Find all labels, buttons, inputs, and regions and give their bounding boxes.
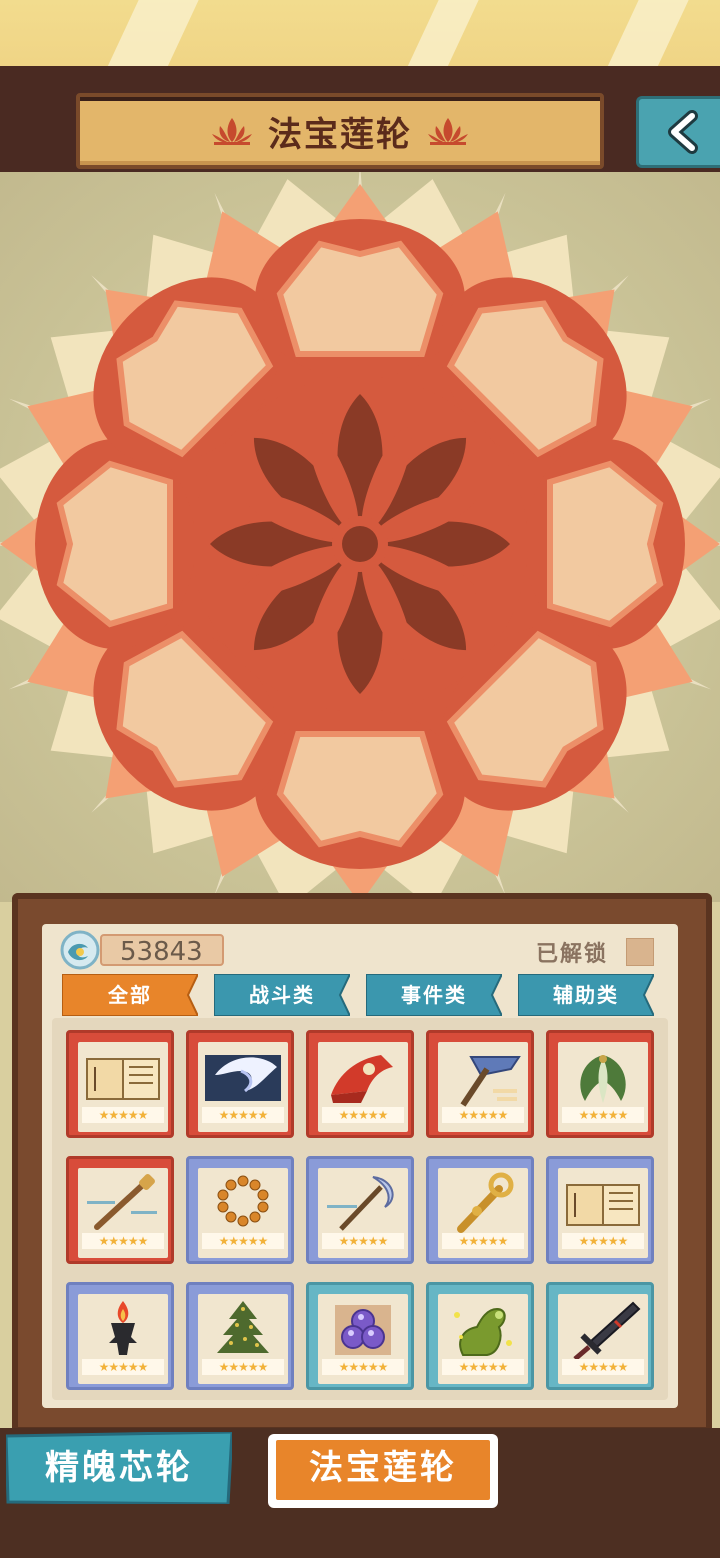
item-card[interactable]: ★★★★★ [306, 1156, 414, 1264]
item-card[interactable]: ★★★★★ [546, 1282, 654, 1390]
lotus-wheel-stage [0, 172, 720, 902]
tab-all[interactable]: 全部 [62, 974, 198, 1016]
star-rating: ★★★★★ [322, 1359, 404, 1375]
star-rating: ★★★★★ [202, 1107, 284, 1123]
star-rating: ★★★★★ [442, 1233, 524, 1249]
star-rating: ★★★★★ [562, 1359, 644, 1375]
category-tabs: 全部 战斗类 事件类 辅助类 [62, 974, 658, 1018]
item-card[interactable]: ★★★★★ [66, 1282, 174, 1390]
star-rating: ★★★★★ [202, 1359, 284, 1375]
item-card[interactable]: ★★★★★ [546, 1156, 654, 1264]
sky-background [0, 0, 720, 70]
lotus-wheel-graphic[interactable] [0, 172, 720, 902]
star-rating: ★★★★★ [322, 1233, 404, 1249]
spirit-coin-icon [60, 930, 100, 970]
dark-sword-icon [573, 1301, 641, 1361]
tab-support[interactable]: 辅助类 [518, 974, 654, 1016]
tab-event[interactable]: 事件类 [366, 974, 502, 1016]
scroll-book-icon [86, 1058, 160, 1100]
golden-scepter-icon [457, 1172, 514, 1233]
currency-display: 53843 [58, 930, 226, 970]
lotus-icon [212, 118, 252, 145]
item-card[interactable]: ★★★★★ [186, 1156, 294, 1264]
currency-amount: 53843 [100, 934, 224, 967]
star-rating: ★★★★★ [562, 1233, 644, 1249]
star-rating: ★★★★★ [442, 1107, 524, 1123]
item-card[interactable]: ★★★★★ [186, 1030, 294, 1138]
treasure-lotus-wheel-label: 法宝莲轮 [309, 1448, 457, 1488]
unlocked-filter-checkbox[interactable] [626, 938, 654, 966]
wooden-staff-icon [87, 1174, 157, 1230]
item-card[interactable]: ★★★★★ [186, 1282, 294, 1390]
treasure-lotus-wheel-button[interactable]: 法宝莲轮 [266, 1432, 500, 1508]
title-banner: 法宝莲轮 [76, 93, 604, 169]
open-book-icon [566, 1184, 640, 1226]
item-card[interactable]: ★★★★★ [306, 1030, 414, 1138]
jade-leaf-icon [580, 1055, 626, 1103]
tab-all-label: 全部 [108, 983, 152, 1007]
pine-tree-icon [217, 1301, 269, 1353]
purple-orbs-icon [335, 1305, 391, 1355]
back-arrow-icon [668, 110, 698, 154]
tab-combat[interactable]: 战斗类 [214, 974, 350, 1016]
star-rating: ★★★★★ [562, 1107, 644, 1123]
spirit-core-wheel-label: 精魄芯轮 [45, 1448, 193, 1488]
fire-torch-icon [109, 1301, 137, 1355]
back-button[interactable] [636, 96, 720, 168]
star-rating: ★★★★★ [442, 1359, 524, 1375]
star-rating: ★★★★★ [82, 1359, 164, 1375]
page-title: 法宝莲轮 [268, 114, 412, 155]
lotus-icon [428, 118, 468, 145]
item-card[interactable]: ★★★★★ [546, 1030, 654, 1138]
feather-quill-icon [205, 1055, 281, 1101]
moon-spear-icon [327, 1176, 394, 1231]
tab-event-label: 事件类 [401, 983, 467, 1007]
item-card[interactable]: ★★★★★ [426, 1156, 534, 1264]
item-card[interactable]: ★★★★★ [306, 1282, 414, 1390]
red-flag-icon [331, 1055, 393, 1103]
prayer-beads-icon [217, 1175, 269, 1227]
item-card[interactable]: ★★★★★ [426, 1282, 534, 1390]
star-rating: ★★★★★ [202, 1233, 284, 1249]
tab-support-label: 辅助类 [553, 983, 619, 1007]
item-card[interactable]: ★★★★★ [426, 1030, 534, 1138]
tab-combat-label: 战斗类 [249, 983, 315, 1007]
item-card[interactable]: ★★★★★ [66, 1030, 174, 1138]
star-rating: ★★★★★ [322, 1107, 404, 1123]
spirit-core-wheel-button[interactable]: 精魄芯轮 [6, 1432, 232, 1504]
unlocked-filter-label: 已解锁 [536, 942, 609, 967]
green-gourd-icon [454, 1307, 512, 1356]
fan-axe-icon [460, 1056, 521, 1107]
item-card[interactable]: ★★★★★ [66, 1156, 174, 1264]
star-rating: ★★★★★ [82, 1233, 164, 1249]
star-rating: ★★★★★ [82, 1107, 164, 1123]
